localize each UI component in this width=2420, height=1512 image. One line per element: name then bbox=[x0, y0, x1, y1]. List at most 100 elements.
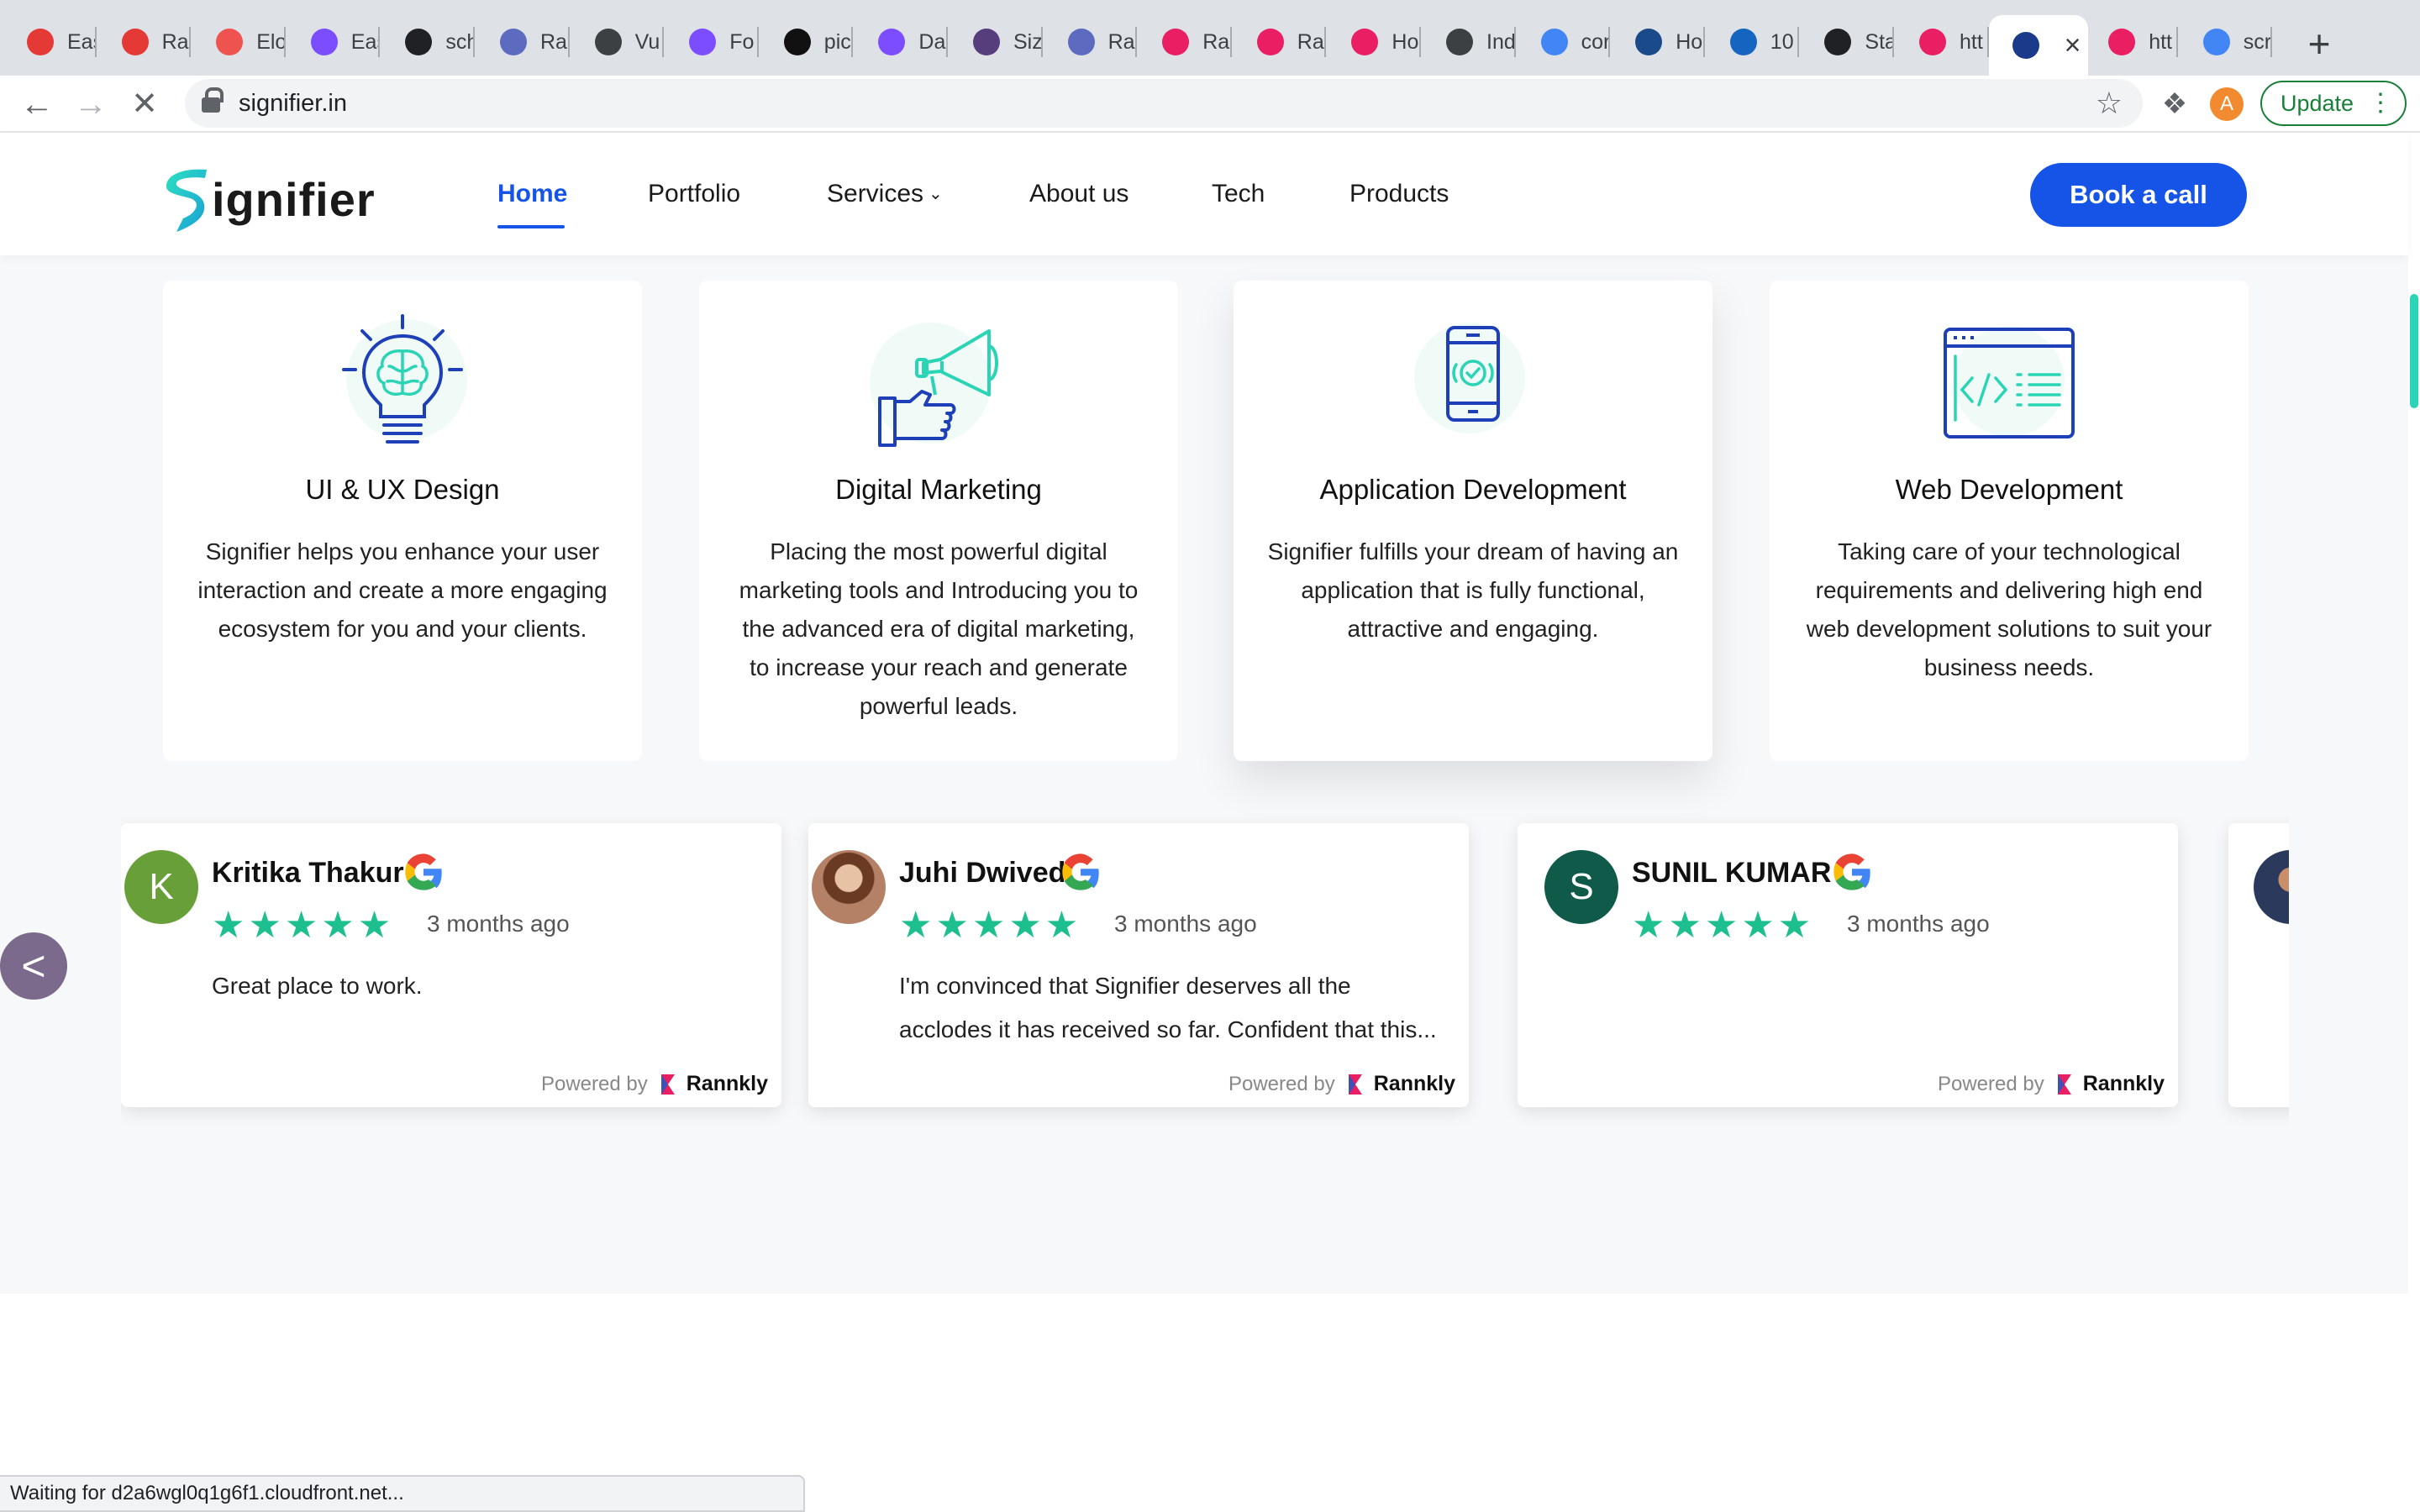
forward-button[interactable]: → bbox=[67, 81, 114, 128]
browser-tab[interactable]: Ind bbox=[1421, 15, 1516, 69]
tab-title: Ho bbox=[1392, 29, 1419, 54]
update-label: Update bbox=[2281, 91, 2354, 116]
browser-tab[interactable]: Vu bbox=[570, 15, 665, 69]
close-tab-icon[interactable]: × bbox=[2065, 31, 2081, 60]
browser-tab[interactable]: Ra bbox=[1232, 15, 1327, 69]
tab-title: sch bbox=[445, 29, 475, 54]
browser-tab[interactable]: × bbox=[1988, 15, 2088, 76]
browser-tab[interactable]: cor bbox=[1516, 15, 1611, 69]
tab-title: Ind bbox=[1486, 29, 1516, 54]
code-window-icon bbox=[1944, 326, 2075, 438]
globe-icon bbox=[27, 29, 54, 55]
nav-tech[interactable]: Tech bbox=[1212, 133, 1265, 255]
browser-tab[interactable]: Eas bbox=[286, 15, 381, 69]
browser-tab[interactable]: Sta bbox=[1799, 15, 1894, 69]
profile-avatar[interactable]: A bbox=[2210, 87, 2244, 121]
chart-icon bbox=[1067, 29, 1095, 55]
review-card[interactable]: Juhi Dwivedi ★★★★★ 3 months ago I'm conv… bbox=[808, 823, 1469, 1107]
powered-by[interactable]: Powered by Rannkly bbox=[541, 1072, 768, 1096]
browser-tab[interactable]: htt bbox=[1894, 15, 1989, 69]
rannkly-brand: Rannkly bbox=[2082, 1072, 2165, 1095]
browser-tab[interactable]: Fo bbox=[664, 15, 759, 69]
nav-portfolio[interactable]: Portfolio bbox=[648, 133, 740, 255]
service-card-ui-ux[interactable]: UI & UX Design Signifier helps you enhan… bbox=[163, 281, 642, 761]
rannkly-logo-icon bbox=[660, 1074, 675, 1095]
reviewer-name: Juhi Dwivedi bbox=[899, 857, 1074, 889]
star-rating: ★★★★★ bbox=[899, 905, 1082, 946]
megaphone-icon bbox=[870, 323, 998, 447]
browser-tab[interactable]: Ral bbox=[97, 15, 192, 69]
browser-tab[interactable]: sch bbox=[380, 15, 475, 69]
new-tab-button[interactable]: + bbox=[2296, 20, 2343, 67]
nav-about[interactable]: About us bbox=[1029, 133, 1128, 255]
chart-icon bbox=[500, 29, 527, 55]
powered-by[interactable]: Powered by Rannkly bbox=[1228, 1072, 1455, 1096]
review-age: 3 months ago bbox=[427, 911, 570, 937]
star-rating: ★★★★★ bbox=[212, 905, 395, 946]
bookmark-star-icon[interactable]: ☆ bbox=[2096, 79, 2123, 128]
avatar bbox=[812, 850, 886, 924]
service-card-digital-marketing[interactable]: Digital Marketing Placing the most power… bbox=[699, 281, 1178, 761]
browser-tab[interactable]: Ho bbox=[1326, 15, 1421, 69]
star-rating: ★★★★★ bbox=[1632, 905, 1815, 946]
signifier-logo-mark bbox=[166, 169, 207, 232]
curve-icon bbox=[1824, 29, 1852, 55]
browser-tab[interactable]: Ral bbox=[475, 15, 570, 69]
review-card[interactable]: K Kritika Thakur ★★★★★ 3 months ago Grea… bbox=[121, 823, 781, 1107]
update-button[interactable]: Update ⋮ bbox=[2260, 81, 2407, 126]
review-card-partial[interactable] bbox=[2228, 823, 2289, 1107]
tab-title: htt bbox=[1960, 29, 1983, 54]
rannkly-logo-icon bbox=[1348, 1074, 1362, 1095]
browser-tab[interactable]: htt bbox=[2083, 15, 2178, 69]
address-bar[interactable]: signifier.in ☆ bbox=[185, 79, 2143, 128]
browser-tab[interactable]: Ral bbox=[1043, 15, 1138, 69]
browser-tab[interactable]: Da bbox=[853, 15, 948, 69]
browser-tab[interactable]: Siz bbox=[948, 15, 1043, 69]
signifier-logo[interactable]: ignifier bbox=[161, 165, 376, 234]
browser-tab[interactable]: Ho bbox=[1610, 15, 1705, 69]
back-button[interactable]: ← bbox=[13, 81, 60, 128]
tab-title: Ho bbox=[1676, 29, 1703, 54]
loading-icon bbox=[2012, 32, 2039, 59]
loading-status-bubble: Waiting for d2a6wgl0q1g6f1.cloudfront.ne… bbox=[0, 1475, 805, 1512]
tab-title: Fo bbox=[729, 29, 755, 54]
powered-by[interactable]: Powered by Rannkly bbox=[1938, 1072, 2165, 1096]
browser-toolbar: ← → ✕ signifier.in ☆ ❖ A Update ⋮ bbox=[0, 76, 2420, 133]
castle-icon bbox=[1635, 29, 1663, 55]
book-a-call-button[interactable]: Book a call bbox=[2030, 163, 2247, 227]
extensions-puzzle-icon[interactable]: ❖ bbox=[2158, 87, 2191, 121]
service-card-app-development[interactable]: Application Development Signifier fulfil… bbox=[1234, 281, 1712, 761]
info-icon bbox=[1729, 29, 1757, 55]
tab-title: Ra bbox=[1297, 29, 1324, 54]
browser-tab[interactable]: Ra bbox=[1137, 15, 1232, 69]
google-g-icon bbox=[1833, 853, 1870, 890]
chevron-down-icon: ⌄ bbox=[929, 185, 943, 203]
nav-services-label: Services bbox=[827, 180, 924, 207]
browser-tab[interactable]: Eas bbox=[2, 15, 97, 69]
powered-by-label: Powered by bbox=[540, 1072, 648, 1095]
tab-title: Siz bbox=[1013, 29, 1043, 54]
rannkly-icon bbox=[1256, 29, 1284, 55]
nav-services[interactable]: Services ⌄ bbox=[827, 133, 943, 258]
tab-title: Ral bbox=[540, 29, 570, 54]
stop-loading-button[interactable]: ✕ bbox=[121, 81, 168, 128]
tab-title: Ral bbox=[161, 29, 192, 54]
rannkly-logo-icon bbox=[2057, 1074, 2071, 1095]
tab-title: Eas bbox=[350, 29, 381, 54]
review-age: 3 months ago bbox=[1847, 911, 1990, 937]
browser-tab[interactable]: 10 bbox=[1705, 15, 1800, 69]
service-card-web-development[interactable]: Web Development Taking care of your tech… bbox=[1770, 281, 2249, 761]
review-card[interactable]: S SUNIL KUMAR ★★★★★ 3 months ago Powered… bbox=[1518, 823, 2178, 1107]
service-description: Placing the most powerful digital market… bbox=[739, 538, 1139, 719]
tab-title: cor bbox=[1581, 29, 1611, 54]
carousel-prev-button[interactable]: < bbox=[0, 932, 67, 1000]
browser-tab[interactable]: Elo bbox=[191, 15, 286, 69]
browser-tab[interactable]: scr bbox=[2178, 15, 2273, 69]
service-title: UI & UX Design bbox=[305, 474, 500, 505]
page-scrollbar-thumb[interactable] bbox=[2410, 294, 2418, 408]
tab-title: Da bbox=[918, 29, 946, 54]
nav-home[interactable]: Home bbox=[497, 133, 567, 255]
nav-products[interactable]: Products bbox=[1349, 133, 1449, 255]
browser-tab[interactable]: pic bbox=[759, 15, 854, 69]
google-icon bbox=[1540, 29, 1568, 55]
